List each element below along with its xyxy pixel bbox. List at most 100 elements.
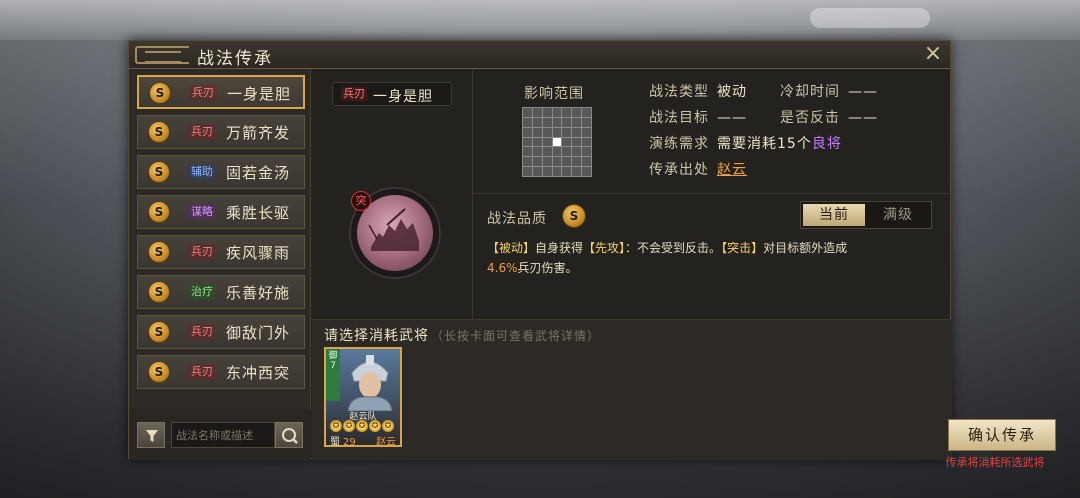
tab-current[interactable]: 当前 xyxy=(803,204,865,226)
quality-panel: 战法品质 S 当前 满级 【被动】自身获得【先攻】：不会受到反击。【突击】对目标… xyxy=(472,194,952,319)
confirm-hint: 传承将消耗所选武将 xyxy=(945,456,1045,469)
level-tabs: 当前 满级 xyxy=(800,201,932,229)
counter-label: 是否反击 xyxy=(780,110,840,126)
skill-name: 一身是胆 xyxy=(227,85,292,103)
info-counter: 是否反击 —— xyxy=(780,107,878,127)
range-cell xyxy=(582,147,591,157)
range-cell xyxy=(552,117,562,127)
range-cell xyxy=(562,137,572,147)
info-cooldown: 冷却时间 —— xyxy=(780,81,878,101)
range-cell xyxy=(523,108,532,117)
card-level: 29 xyxy=(343,437,356,448)
filter-button[interactable] xyxy=(137,422,165,448)
range-cell xyxy=(542,167,552,176)
skill-type-tag: 兵刃 xyxy=(188,324,216,340)
skill-inherit-dialog: 战法传承 × S 兵刃 一身是胆 S 兵刃 万箭齐发 S 辅助 固若金汤 S 谋略 乘胜长驱 S 兵刃 疾风… xyxy=(128,40,1056,469)
search-button[interactable] xyxy=(275,422,303,448)
skill-list-item[interactable]: S 兵刃 一身是胆 xyxy=(137,75,305,109)
range-cell xyxy=(532,108,542,117)
quality-s-badge: S xyxy=(562,204,586,228)
range-cell xyxy=(582,157,591,167)
close-icon[interactable]: × xyxy=(922,43,944,65)
skill-list-item[interactable]: S 兵刃 疾风骤雨 xyxy=(137,235,305,269)
select-title: 请选择消耗武将 （长按卡面可查看武将详情） xyxy=(324,325,600,345)
card-stars: ✪ ✪ ✪ ✪ ✪ xyxy=(330,420,398,432)
range-cell xyxy=(532,147,542,157)
desc-percent: 4.6% xyxy=(487,261,518,275)
s-rank-icon: S xyxy=(149,82,171,104)
tab-max-level[interactable]: 满级 xyxy=(867,204,929,226)
range-cell xyxy=(582,127,591,137)
source-label: 传承出处 xyxy=(649,162,709,178)
card-faction: 蜀 xyxy=(330,437,340,448)
skill-list-item[interactable]: S 治疗 乐善好施 xyxy=(137,275,305,309)
skill-name: 御敌门外 xyxy=(226,324,291,342)
search-input[interactable] xyxy=(171,422,275,448)
range-grid xyxy=(522,107,592,177)
range-cell xyxy=(532,167,542,176)
selected-skill-label: 兵刃 一身是胆 xyxy=(332,82,452,106)
range-cell xyxy=(532,157,542,167)
range-cell xyxy=(572,108,582,117)
desc-text-3: 对目标额外造成 xyxy=(763,241,848,255)
skill-list-panel: S 兵刃 一身是胆 S 兵刃 万箭齐发 S 辅助 固若金汤 S 谋略 乘胜长驱 S 兵刃 疾风骤雨 S 治疗 乐善… xyxy=(129,69,311,460)
range-cell xyxy=(552,147,562,157)
target-label: 战法目标 xyxy=(649,110,709,126)
skill-name: 乐善好施 xyxy=(226,284,291,302)
range-cell xyxy=(552,157,562,167)
range-cell xyxy=(542,127,552,137)
range-cell xyxy=(552,108,562,117)
req-value: 需要消耗15个良将 xyxy=(717,136,842,152)
skill-list-item[interactable]: S 兵刃 东冲西突 xyxy=(137,355,305,389)
range-cell xyxy=(552,127,562,137)
select-title-text: 请选择消耗武将 xyxy=(324,328,429,344)
skill-type-tag: 兵刃 xyxy=(188,364,216,380)
skill-preview: 兵刃 一身是胆 突 xyxy=(312,69,472,319)
desc-first-strike: 【先攻】 xyxy=(583,241,626,255)
info-source: 传承出处 赵云 xyxy=(649,159,747,179)
card-footer: 蜀 29 赵云 xyxy=(330,433,400,448)
assault-badge: 突 xyxy=(351,191,371,211)
s-rank-icon: S xyxy=(148,201,170,223)
range-cell xyxy=(562,127,572,137)
range-cell xyxy=(572,147,582,157)
skill-type-tag: 兵刃 xyxy=(188,124,216,140)
search-icon xyxy=(282,428,298,444)
range-cell xyxy=(582,167,591,176)
range-cell xyxy=(552,167,562,176)
card-general-name: 赵云 xyxy=(376,437,396,448)
range-cell xyxy=(572,117,582,127)
source-link[interactable]: 赵云 xyxy=(717,162,747,178)
s-rank-icon: S xyxy=(148,281,170,303)
range-cell xyxy=(523,167,532,176)
star-icon: ✪ xyxy=(343,420,355,432)
type-label: 战法类型 xyxy=(649,84,709,100)
title-bar: 战法传承 × xyxy=(129,41,950,69)
desc-text-2: ：不会受到反击。 xyxy=(625,241,722,255)
skill-list-item[interactable]: S 兵刃 万箭齐发 xyxy=(137,115,305,149)
skill-list-item[interactable]: S 谋略 乘胜长驱 xyxy=(137,195,305,229)
s-rank-icon: S xyxy=(148,121,170,143)
range-cell xyxy=(523,147,532,157)
info-requirement: 演练需求 需要消耗15个良将 xyxy=(649,133,842,153)
range-cell xyxy=(523,127,532,137)
range-cell xyxy=(523,117,532,127)
skill-type-tag: 辅助 xyxy=(188,164,216,180)
range-cell xyxy=(572,157,582,167)
range-cell xyxy=(542,108,552,117)
general-card[interactable]: 御7 赵云队 ✪ ✪ ✪ ✪ ✪ 蜀 29 赵云 xyxy=(324,347,402,448)
target-value: —— xyxy=(717,110,747,126)
skill-list-item[interactable]: S 辅助 固若金汤 xyxy=(137,155,305,189)
range-cell xyxy=(582,137,591,147)
range-cell xyxy=(582,117,591,127)
filter-icon xyxy=(146,430,158,442)
select-hint: （长按卡面可查看武将详情） xyxy=(431,329,601,343)
skill-list-item[interactable]: S 兵刃 御敌门外 xyxy=(137,315,305,349)
range-cell xyxy=(542,147,552,157)
range-cell xyxy=(572,167,582,176)
confirm-inherit-button[interactable]: 确认传承 xyxy=(948,419,1056,451)
dialog-title: 战法传承 xyxy=(197,49,273,69)
cooldown-value: —— xyxy=(848,84,878,100)
general-portrait-icon xyxy=(347,355,393,411)
skill-info: 战法类型 被动 冷却时间 —— 战法目标 —— 是否反击 —— 演练需求 需要消耗15个良… xyxy=(632,69,952,193)
